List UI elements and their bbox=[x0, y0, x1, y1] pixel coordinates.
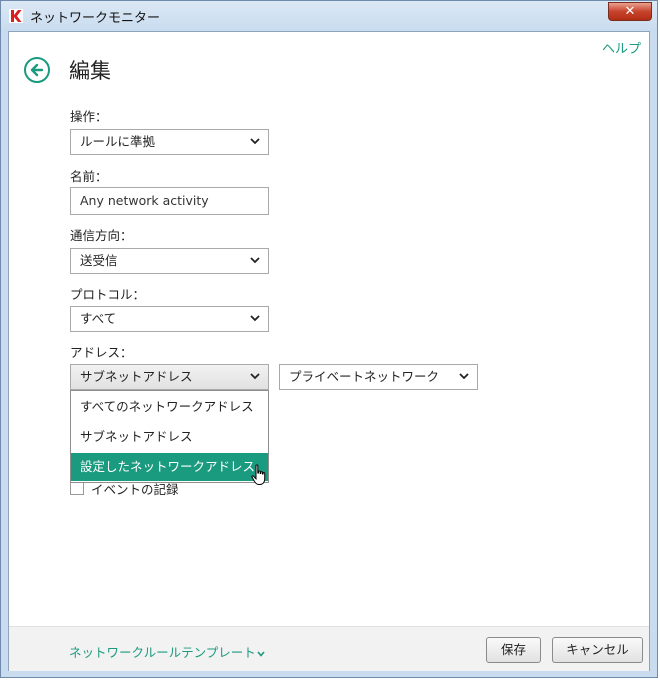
page-title: 編集 bbox=[69, 59, 111, 83]
protocol-select[interactable]: すべて bbox=[70, 306, 269, 332]
operation-label: 操作： bbox=[70, 109, 108, 124]
name-label: 名前： bbox=[70, 169, 108, 184]
chevron-down-icon bbox=[250, 315, 260, 322]
direction-select[interactable]: 送受信 bbox=[70, 248, 269, 274]
address-select-value: サブネットアドレス bbox=[80, 369, 193, 384]
operation-select-value: ルールに準拠 bbox=[80, 134, 156, 149]
window-title: ネットワークモニター bbox=[30, 11, 161, 26]
chevron-down-icon bbox=[459, 373, 469, 380]
log-events-checkbox[interactable] bbox=[70, 481, 84, 495]
chevron-down-icon bbox=[250, 373, 260, 380]
hand-cursor-icon bbox=[251, 464, 266, 485]
address-option-custom[interactable]: 設定したネットワークアドレス bbox=[71, 453, 268, 481]
name-input[interactable]: Any network activity bbox=[70, 187, 269, 215]
address-option-subnet[interactable]: サブネットアドレス bbox=[71, 423, 268, 451]
protocol-label: プロトコル： bbox=[70, 287, 146, 302]
back-arrow-icon bbox=[30, 63, 44, 77]
network-rule-template-link[interactable]: ネットワークルールテンプレート bbox=[69, 642, 265, 661]
address-select[interactable]: サブネットアドレス bbox=[70, 364, 269, 390]
close-icon: ✕ bbox=[624, 4, 636, 19]
window-close-button[interactable]: ✕ bbox=[608, 2, 652, 21]
save-button[interactable]: 保存 bbox=[486, 637, 541, 663]
chevron-down-icon bbox=[257, 651, 265, 657]
address-dropdown-list: すべてのネットワークアドレス サブネットアドレス 設定したネットワークアドレス bbox=[70, 390, 269, 483]
address-label: アドレス： bbox=[70, 345, 133, 360]
chevron-down-icon bbox=[250, 138, 260, 145]
help-link[interactable]: ヘルプ bbox=[602, 38, 641, 57]
subnet-select-value: プライベートネットワーク bbox=[289, 369, 440, 384]
subnet-select[interactable]: プライベートネットワーク bbox=[279, 364, 478, 390]
operation-select[interactable]: ルールに準拠 bbox=[70, 129, 269, 155]
back-button[interactable] bbox=[24, 57, 50, 83]
protocol-select-value: すべて bbox=[80, 311, 117, 326]
kaspersky-logo-icon bbox=[9, 9, 23, 23]
direction-label: 通信方向： bbox=[70, 228, 133, 243]
direction-select-value: 送受信 bbox=[80, 253, 118, 268]
footer-bar: ネットワークルールテンプレート 保存 キャンセル bbox=[9, 626, 649, 671]
chevron-down-icon bbox=[250, 257, 260, 264]
address-option-all[interactable]: すべてのネットワークアドレス bbox=[71, 393, 268, 421]
client-area: ヘルプ 編集 操作： ルールに準拠 名前： Any network activi… bbox=[8, 31, 650, 671]
cancel-button[interactable]: キャンセル bbox=[552, 637, 643, 663]
title-bar[interactable]: ネットワークモニター ✕ bbox=[1, 1, 657, 31]
app-window: ネットワークモニター ✕ ヘルプ 編集 操作： ルールに準拠 名前： Any n… bbox=[0, 0, 658, 678]
